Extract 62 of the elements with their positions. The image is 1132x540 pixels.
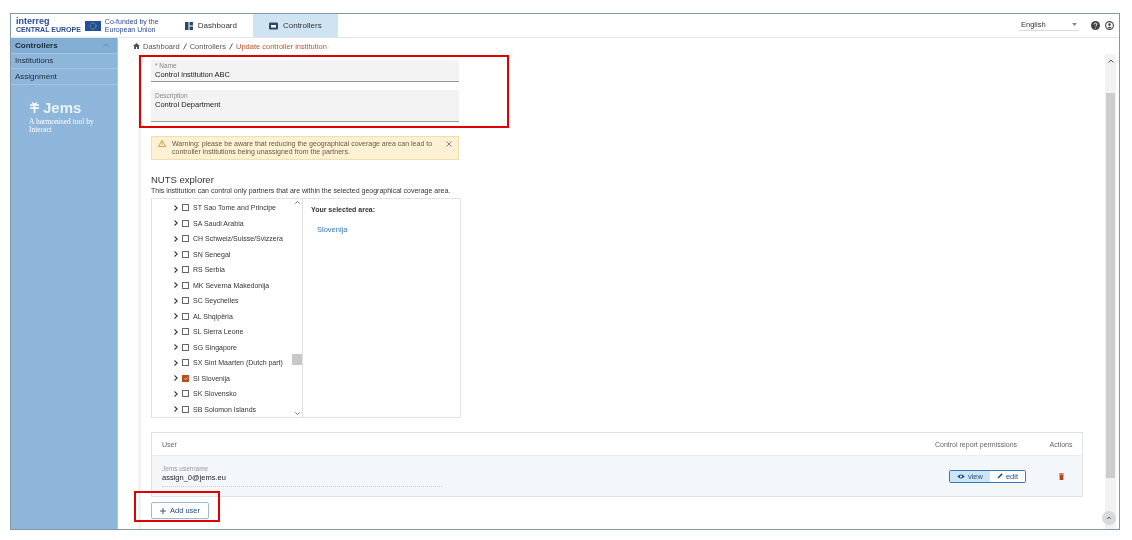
scroll-up-icon — [1107, 59, 1114, 63]
plus-icon — [160, 507, 166, 514]
sidebar-item[interactable]: Controllers — [11, 38, 117, 54]
expand-chevron-icon — [174, 406, 178, 413]
checkbox[interactable] — [182, 235, 189, 243]
brand-logo-text: interreg — [16, 17, 51, 26]
expand-chevron-icon — [174, 328, 178, 335]
jems-logo-icon — [29, 101, 40, 113]
expand-chevron-icon — [174, 313, 178, 320]
expand-chevron-icon — [174, 235, 178, 242]
checkbox[interactable] — [182, 405, 189, 413]
expand-chevron-icon — [174, 375, 178, 382]
dashboard-icon — [184, 21, 193, 30]
expand-chevron-icon — [174, 204, 178, 211]
scrollbar[interactable] — [292, 199, 302, 417]
checkbox[interactable] — [182, 219, 189, 227]
checkbox[interactable] — [182, 204, 189, 212]
expand-chevron-icon — [174, 359, 178, 366]
expand-chevron-icon — [174, 266, 178, 273]
scroll-down-icon — [294, 412, 300, 415]
checkmark-icon — [183, 376, 188, 380]
scroll-up-icon — [294, 201, 300, 204]
delete-icon — [1058, 472, 1064, 480]
checkbox[interactable] — [182, 281, 189, 289]
sidebar-item[interactable]: Institutions — [11, 53, 117, 69]
section-title: NUTS explorer — [151, 174, 214, 185]
checkbox[interactable] — [182, 312, 189, 320]
help-icon — [1091, 21, 1100, 30]
collapse-chevron-icon — [103, 43, 109, 48]
home-icon — [133, 43, 140, 49]
flag-icon — [84, 20, 101, 31]
breadcrumb-separator-icon — [182, 42, 187, 50]
scrollbar-thumb[interactable] — [1106, 93, 1115, 478]
checkbox[interactable] — [182, 390, 189, 398]
scrollbar-thumb[interactable] — [292, 354, 302, 365]
nav-tab[interactable]: Controllers — [252, 14, 338, 37]
expand-chevron-icon — [174, 251, 178, 258]
checkbox[interactable] — [182, 328, 189, 336]
sidebar-item[interactable]: Assignment — [11, 69, 117, 85]
user-icon — [1105, 21, 1114, 30]
folder-icon — [268, 21, 278, 30]
jems-logo-text: Jems — [43, 98, 82, 116]
expand-chevron-icon — [174, 220, 178, 227]
scroll-to-top-icon — [1102, 511, 1116, 525]
checkbox[interactable] — [182, 343, 189, 351]
expand-chevron-icon — [174, 282, 178, 289]
breadcrumb-separator-icon — [228, 42, 233, 50]
warning-icon — [158, 140, 166, 147]
checkbox[interactable] — [182, 266, 189, 274]
checkbox[interactable] — [182, 359, 189, 367]
expand-chevron-icon — [174, 297, 178, 304]
checkbox[interactable] — [182, 250, 189, 258]
dropdown-caret-icon — [1072, 23, 1077, 26]
expand-chevron-icon — [174, 344, 178, 351]
scrollbar[interactable] — [1105, 54, 1116, 529]
eye-icon — [956, 473, 965, 479]
expand-chevron-icon — [174, 390, 178, 397]
nav-tab[interactable]: Dashboard — [168, 14, 253, 37]
close-icon — [446, 141, 452, 147]
checkbox[interactable] — [182, 297, 189, 305]
checkbox[interactable] — [182, 374, 189, 382]
pencil-icon — [996, 473, 1003, 479]
